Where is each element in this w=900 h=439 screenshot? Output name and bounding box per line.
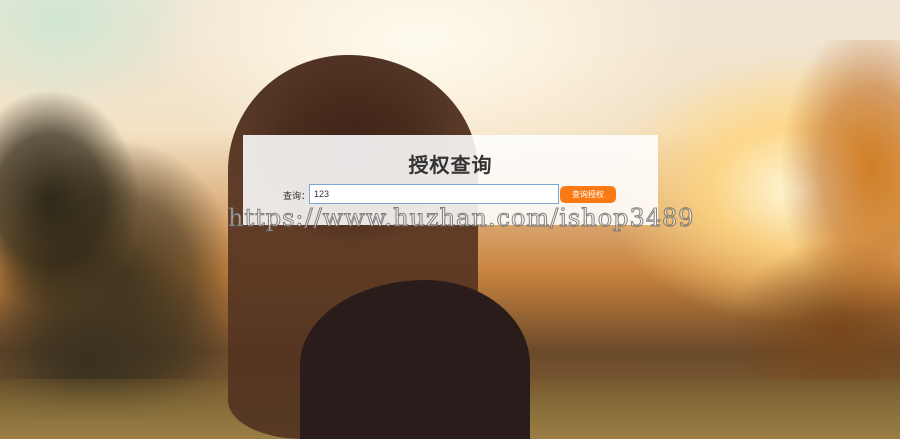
page-title: 授权查询 bbox=[408, 155, 493, 177]
query-button[interactable]: 查询授权 bbox=[560, 186, 616, 203]
query-label: 查询： bbox=[283, 191, 311, 201]
background-trees-right bbox=[700, 40, 900, 380]
background-scene: 授权查询 查询： 查询授权 https://www.huzhan.com/ish… bbox=[0, 0, 900, 439]
watermark-text: https://www.huzhan.com/ishop3489 bbox=[228, 204, 695, 233]
query-input[interactable] bbox=[309, 184, 559, 204]
